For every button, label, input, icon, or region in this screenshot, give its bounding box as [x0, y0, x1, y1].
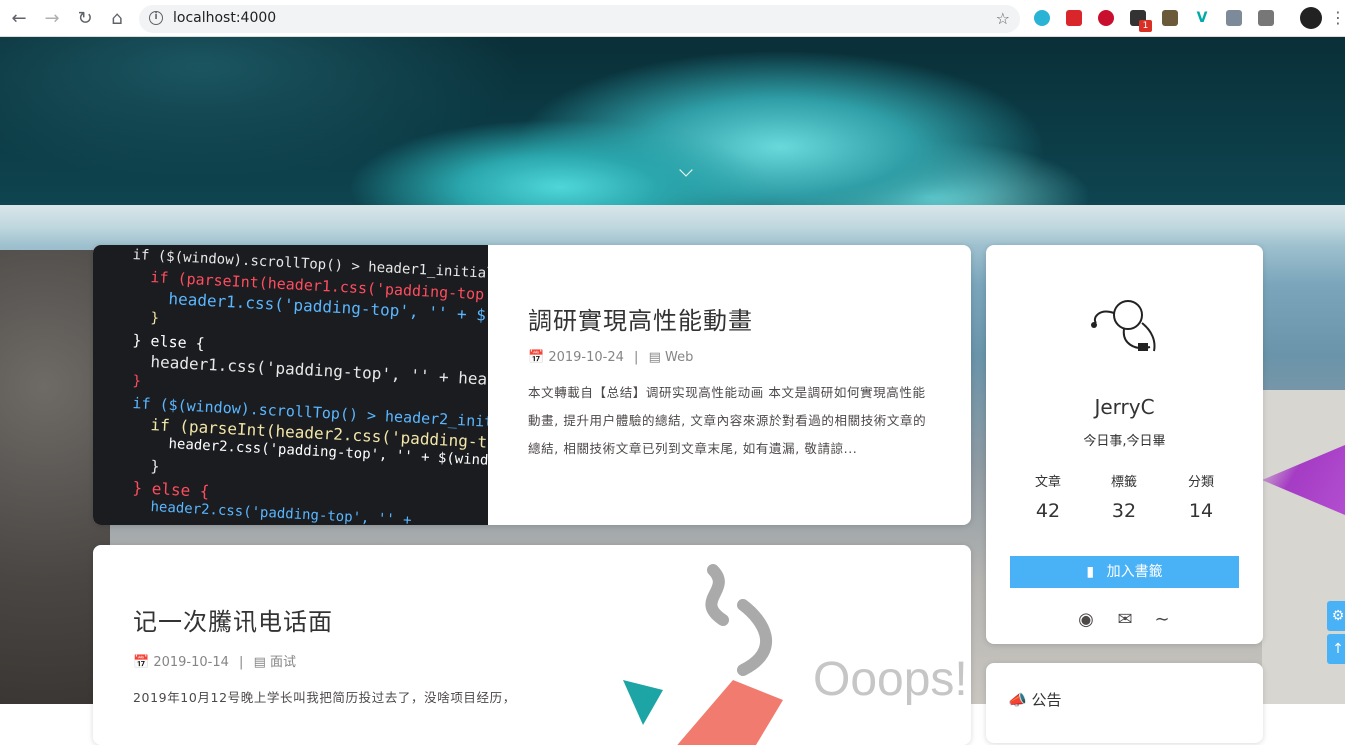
code-line: }: [150, 457, 161, 476]
rss-icon[interactable]: ∼: [1151, 609, 1173, 631]
back-icon[interactable]: ←: [8, 8, 30, 30]
post-category[interactable]: 面试: [270, 655, 296, 670]
hero-banner: [0, 37, 1345, 205]
stat-label: 標籤: [1110, 475, 1137, 490]
post-card[interactable]: if ($(window).scrollTop() > header1_init…: [93, 245, 971, 525]
extension-globe-icon[interactable]: [1034, 10, 1050, 26]
author-avatar[interactable]: [1084, 293, 1166, 363]
bookmark-icon: ▮: [1086, 564, 1095, 580]
url-text[interactable]: localhost:4000: [173, 10, 276, 26]
stat-tags[interactable]: 標籤 32: [1084, 471, 1164, 522]
extension-reader-icon[interactable]: [1066, 10, 1082, 26]
menu-icon[interactable]: ⋮: [1330, 10, 1345, 26]
code-line: } else {: [132, 331, 206, 353]
megaphone-icon: 📣: [1008, 691, 1027, 709]
github-icon[interactable]: ◉: [1075, 609, 1097, 631]
calendar-icon: 📅: [528, 350, 545, 365]
extension-puzzle-icon[interactable]: [1162, 10, 1178, 26]
back-to-top-button[interactable]: ↑: [1327, 634, 1345, 664]
meta-separator: |: [634, 350, 639, 365]
user-avatar[interactable]: [1300, 7, 1322, 29]
post-thumbnail[interactable]: if ($(window).scrollTop() > header1_init…: [93, 245, 488, 525]
post-date: 2019-10-14: [153, 655, 229, 670]
code-line: } else {: [132, 478, 210, 502]
code-line: header1.css('padding-top', '' + header1_…: [150, 352, 488, 399]
author-name: JerryC: [1094, 395, 1155, 419]
code-line: }: [132, 373, 142, 390]
scroll-down-icon[interactable]: [679, 163, 693, 177]
calendar-icon: 📅: [133, 655, 150, 670]
code-line: header2.css('padding-top', '' +: [150, 499, 412, 525]
post-thumbnail[interactable]: Ooops!: [613, 560, 971, 745]
extension-s-icon[interactable]: [1226, 10, 1242, 26]
extension-download-icon[interactable]: [1258, 10, 1274, 26]
post-excerpt: 本文轉載自【总结】调研实现高性能动画 本文是調研如何實現高性能動畫, 提升用户體…: [528, 385, 927, 456]
forward-icon[interactable]: →: [41, 8, 63, 30]
post-meta: 📅 2019-10-14 | ▤ 面试: [133, 651, 573, 670]
post-card[interactable]: 记一次騰讯电话面 📅 2019-10-14 | ▤ 面试 2019年10月12号…: [93, 545, 971, 745]
extension-abp-icon[interactable]: [1098, 10, 1114, 26]
stat-value: 32: [1111, 500, 1137, 522]
profile-card: JerryC 今日事,今日畢 文章 42 標籤 32 分類 14 ▮ 加入書籤 …: [986, 245, 1263, 644]
settings-button[interactable]: ⚙: [1327, 601, 1345, 631]
stat-label: 文章: [1034, 475, 1061, 490]
bookmark-star-icon[interactable]: ☆: [996, 9, 1010, 28]
site-info-icon[interactable]: i: [149, 11, 163, 25]
notice-title-text: 公告: [1031, 691, 1062, 709]
post-meta: 📅 2019-10-24 | ▤ Web: [528, 350, 928, 365]
reload-icon[interactable]: ↻: [74, 8, 96, 30]
post-title[interactable]: 记一次騰讯电话面: [133, 602, 573, 637]
post-title[interactable]: 調研實現高性能動畫: [528, 301, 928, 336]
extension-badge: 1: [1139, 20, 1152, 32]
email-icon[interactable]: ✉: [1114, 609, 1136, 631]
notice-title: 📣 公告: [1008, 689, 1061, 710]
stat-label: 分類: [1187, 475, 1214, 490]
folder-icon: ▤: [253, 655, 266, 670]
fin-shape: [623, 680, 663, 725]
rocket-shape: [677, 680, 783, 745]
post-date: 2019-10-24: [548, 350, 624, 365]
stat-categories[interactable]: 分類 14: [1161, 471, 1241, 522]
folder-icon: ▤: [648, 350, 661, 365]
address-bar[interactable]: i localhost:4000 ☆: [139, 5, 1020, 33]
browser-toolbar: ← → ↻ ⌂ i localhost:4000 ☆ 1 V ⋮: [0, 0, 1345, 37]
extension-v-icon[interactable]: V: [1194, 10, 1210, 26]
stat-value: 42: [1035, 500, 1061, 522]
notice-card: 📣 公告: [986, 663, 1263, 743]
stat-articles[interactable]: 文章 42: [1008, 471, 1088, 522]
post-category[interactable]: Web: [665, 350, 693, 365]
code-line: }: [150, 310, 160, 327]
post-excerpt: 2019年10月12号晚上学长叫我把简历投过去了，没啥项目经历，: [133, 690, 516, 705]
author-description: 今日事,今日畢: [1083, 434, 1166, 449]
smoke-shape: [705, 564, 772, 676]
home-icon[interactable]: ⌂: [106, 8, 128, 30]
meta-separator: |: [239, 655, 244, 670]
bookmark-label: 加入書籤: [1106, 564, 1163, 580]
stat-value: 14: [1188, 500, 1214, 522]
bookmark-button[interactable]: ▮ 加入書籤: [1010, 556, 1239, 588]
ooops-text: Ooops!: [813, 653, 968, 706]
